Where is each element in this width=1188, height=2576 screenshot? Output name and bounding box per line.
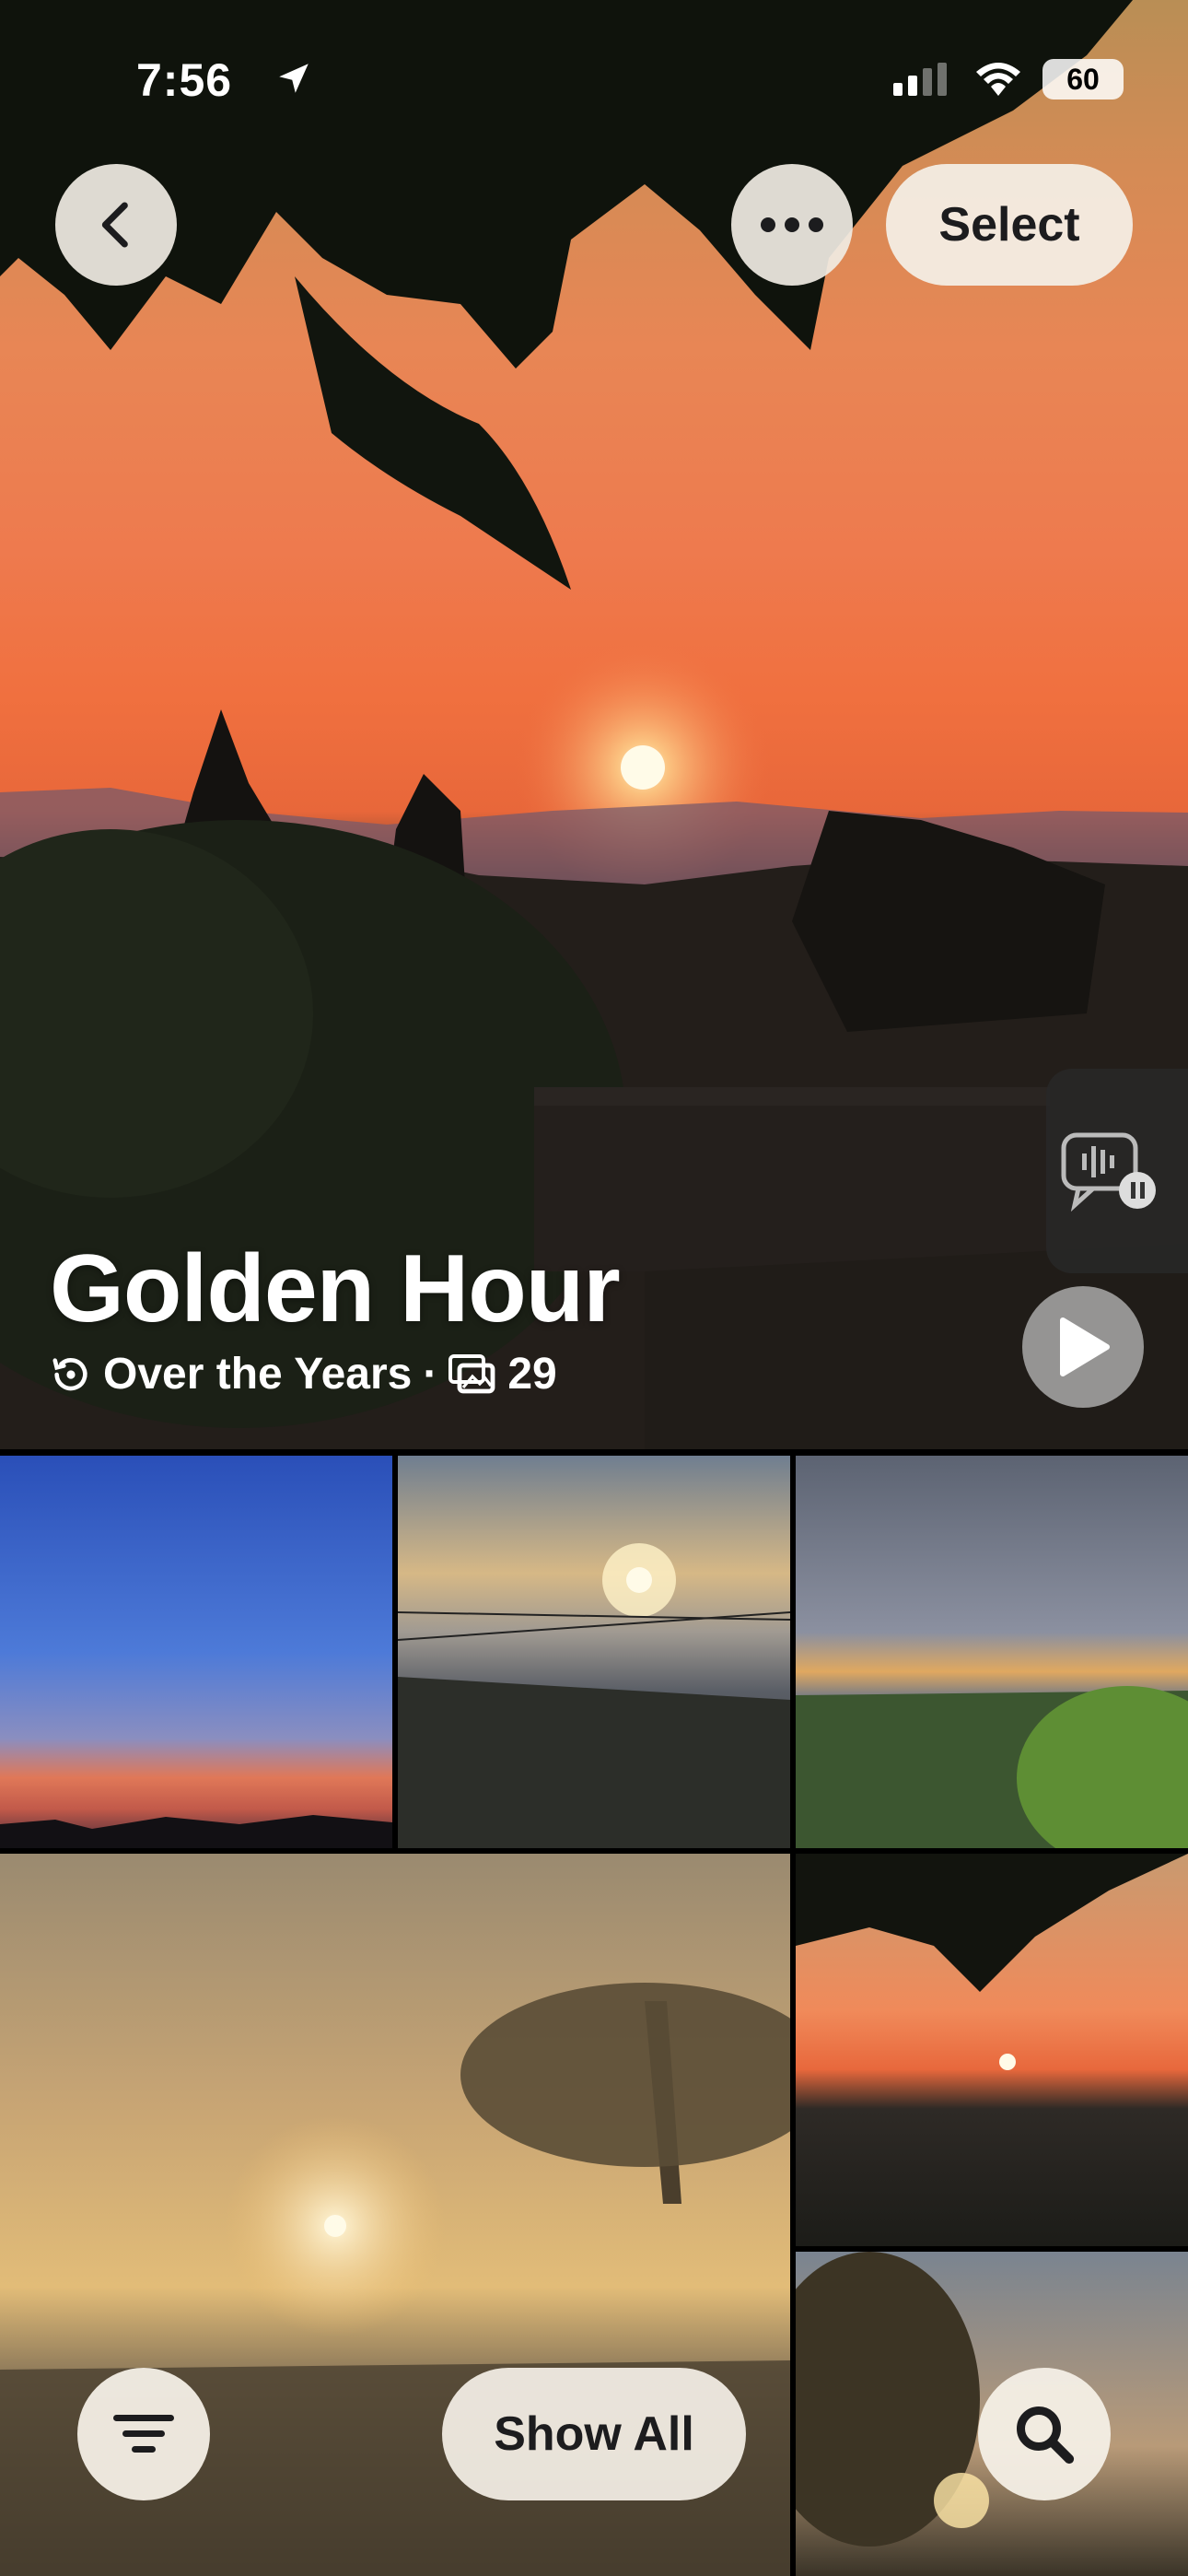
play-icon (1060, 1317, 1110, 1376)
item-count: 29 (507, 1350, 557, 1399)
history-icon (52, 1357, 87, 1390)
subtitle-separator: · (423, 1350, 438, 1399)
grid-photo[interactable] (398, 1456, 790, 1848)
play-button[interactable] (1022, 1286, 1144, 1408)
search-button[interactable] (978, 2368, 1111, 2500)
search-icon (1017, 2406, 1075, 2465)
collection-label: Over the Years (103, 1350, 413, 1399)
cellular-signal-icon (893, 63, 947, 96)
photos-stack-icon (448, 1353, 495, 1393)
ellipsis-icon (761, 217, 823, 232)
select-button[interactable]: Select (886, 164, 1133, 286)
memory-title: Golden Hour (50, 1235, 621, 1342)
wifi-icon (976, 63, 1020, 96)
memory-subtitle: Over the Years · 29 (50, 1349, 557, 1399)
narration-pause-icon (1061, 1132, 1156, 1212)
narration-tab[interactable] (1046, 1069, 1188, 1273)
grid-photo[interactable] (796, 1854, 1188, 2246)
more-options-button[interactable] (731, 164, 853, 286)
filter-button[interactable] (77, 2368, 210, 2500)
location-arrow-icon (279, 64, 309, 93)
chevron-left-icon (101, 202, 128, 248)
battery-indicator: 60 (1042, 59, 1124, 100)
filter-lines-icon (113, 2415, 174, 2453)
show-all-button[interactable]: Show All (442, 2368, 746, 2500)
back-button[interactable] (55, 164, 177, 286)
grid-photo[interactable] (796, 1456, 1188, 1848)
status-bar: 7:56 60 (0, 0, 1188, 157)
grid-photo[interactable] (0, 1456, 392, 1848)
status-time: 7:56 (136, 54, 233, 106)
